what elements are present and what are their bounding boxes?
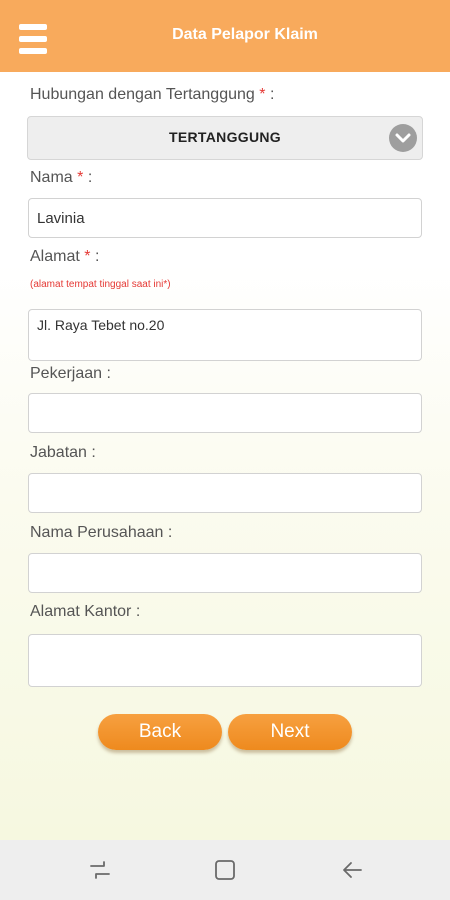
chevron-down-icon[interactable]	[389, 124, 417, 152]
page-title: Data Pelapor Klaim	[172, 26, 318, 43]
back-arrow-icon[interactable]	[340, 858, 364, 882]
name-label: Nama * :	[30, 169, 93, 186]
relationship-dropdown[interactable]: TERTANGGUNG	[27, 116, 423, 160]
back-button[interactable]: Back	[98, 714, 222, 750]
required-mark: *	[77, 169, 84, 186]
company-name-label: Nama Perusahaan :	[30, 524, 173, 541]
next-button[interactable]: Next	[228, 714, 352, 750]
occupation-field[interactable]	[28, 393, 422, 433]
position-label: Jabatan :	[30, 444, 96, 461]
address-field[interactable]: Jl. Raya Tebet no.20	[28, 309, 422, 361]
recent-apps-icon[interactable]	[88, 858, 112, 882]
office-address-field[interactable]	[28, 634, 422, 687]
company-name-field[interactable]	[28, 553, 422, 593]
occupation-label: Pekerjaan :	[30, 365, 111, 382]
system-nav-bar	[0, 840, 450, 900]
home-icon[interactable]	[213, 858, 237, 882]
relationship-selected-value: TERTANGGUNG	[169, 129, 281, 145]
app-bar: Data Pelapor Klaim	[0, 0, 450, 72]
position-field[interactable]	[28, 473, 422, 513]
relationship-label: Hubungan dengan Tertanggung * :	[30, 86, 275, 103]
address-hint: (alamat tempat tinggal saat ini*)	[30, 279, 171, 290]
address-label: Alamat * :	[30, 248, 100, 265]
required-mark: *	[259, 86, 266, 103]
office-address-label: Alamat Kantor :	[30, 603, 141, 620]
name-field[interactable]	[28, 198, 422, 238]
required-mark: *	[84, 248, 91, 265]
